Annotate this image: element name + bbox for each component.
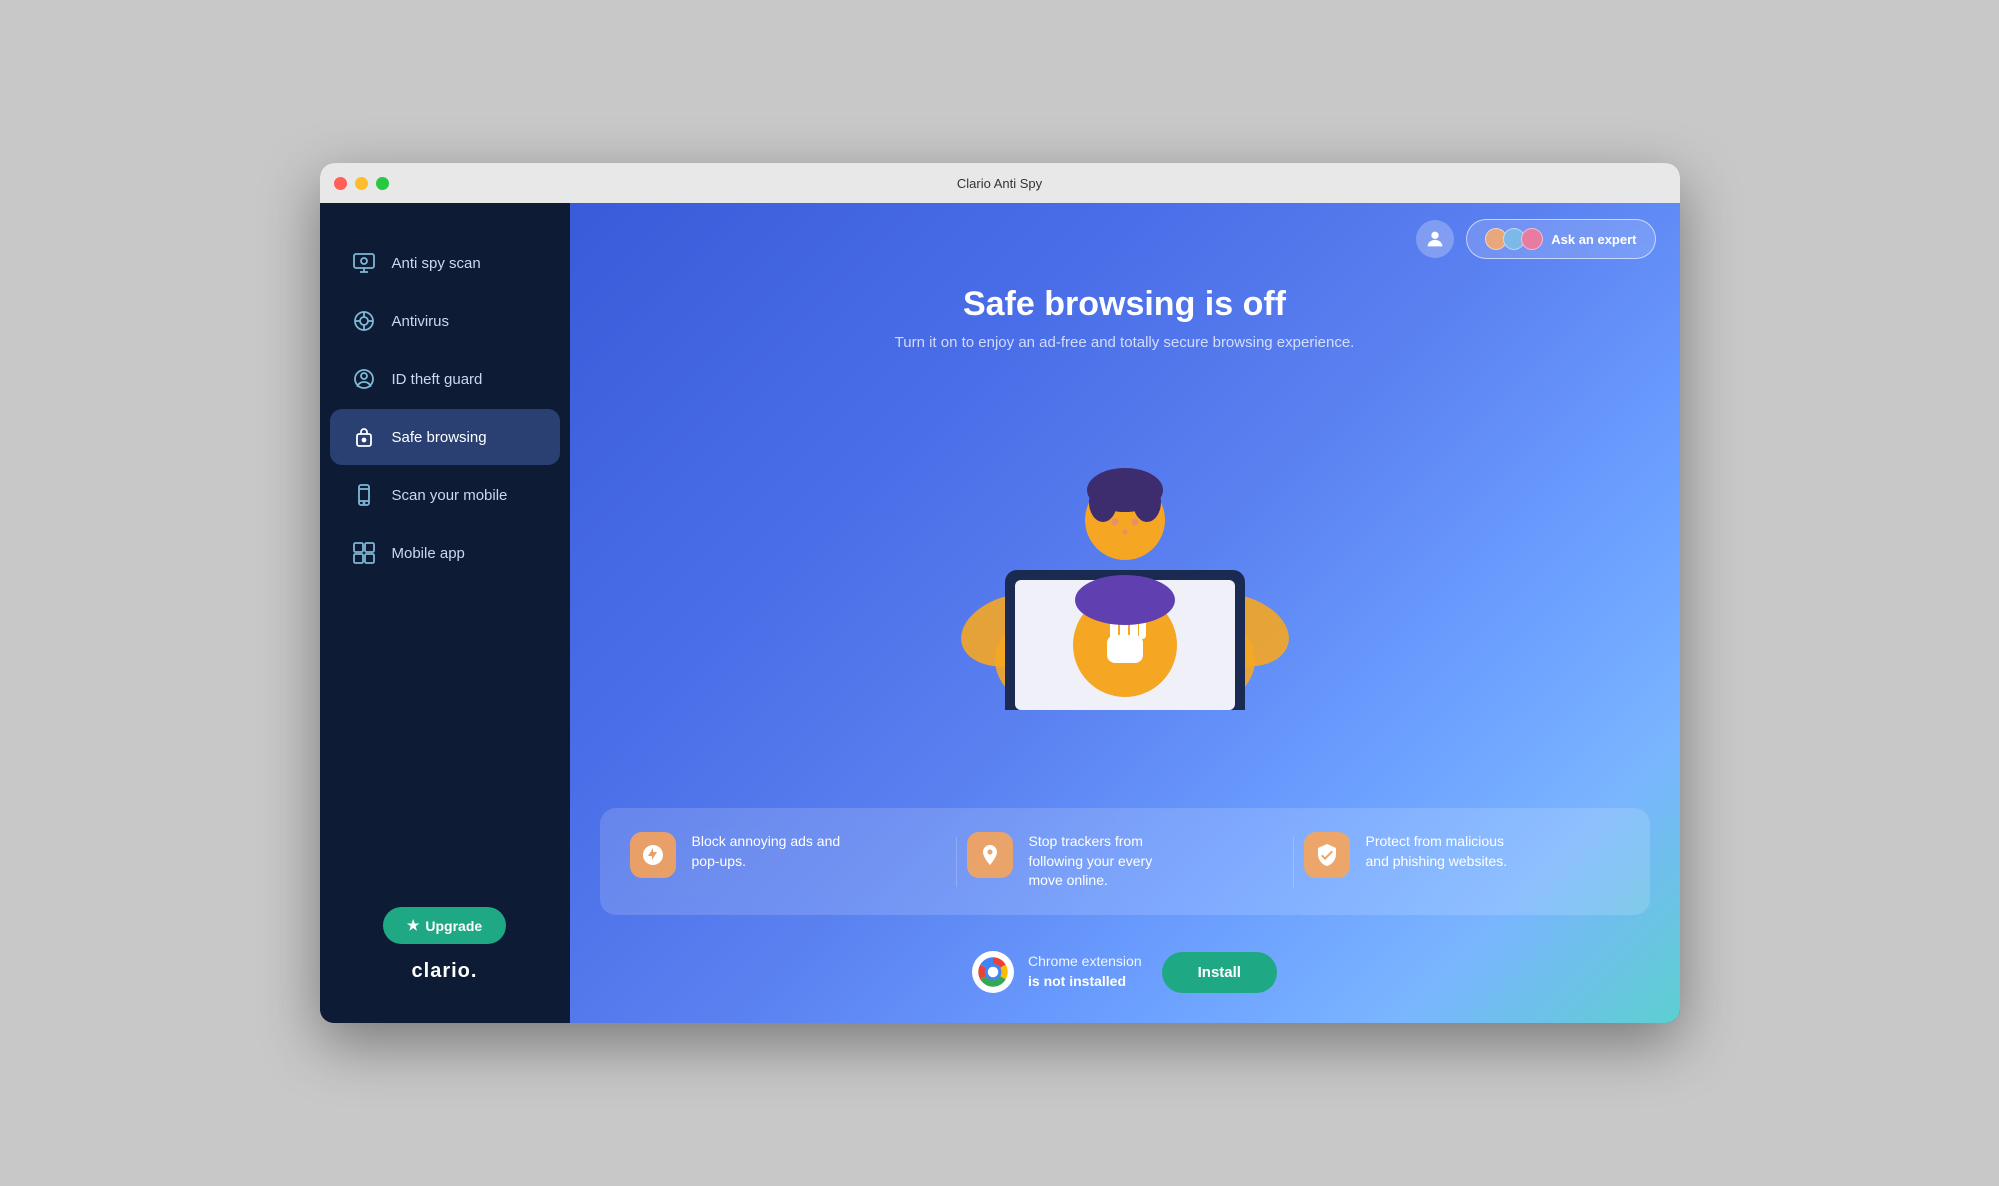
- star-icon: ★: [407, 917, 420, 934]
- maximize-button[interactable]: [376, 177, 389, 190]
- chrome-status-text: Chrome extension is not installed: [1028, 953, 1142, 991]
- hero-title: Safe browsing is off: [590, 285, 1660, 324]
- sidebar-nav: Anti spy scan Antivirus: [320, 223, 570, 887]
- feature-protect-malicious-text: Protect from malicious and phishing webs…: [1366, 832, 1526, 871]
- app-body: Anti spy scan Antivirus: [320, 203, 1680, 1023]
- expert-avatars: [1485, 228, 1543, 250]
- monitor-icon: [350, 249, 378, 277]
- stop-trackers-icon-wrap: [967, 832, 1013, 878]
- feature-stop-trackers: Stop trackers from following your every …: [967, 832, 1283, 891]
- clario-logo: clario.: [412, 960, 478, 983]
- feature-stop-trackers-text: Stop trackers from following your every …: [1029, 832, 1189, 891]
- safe-browsing-icon: [350, 423, 378, 451]
- scan-mobile-icon: [350, 481, 378, 509]
- sidebar-item-safe-browsing[interactable]: Safe browsing: [330, 409, 560, 465]
- main-header: Ask an expert: [570, 203, 1680, 275]
- upgrade-button[interactable]: ★ Upgrade: [383, 907, 506, 944]
- chrome-info: Chrome extension is not installed: [972, 951, 1142, 993]
- sidebar-item-scan-mobile[interactable]: Scan your mobile: [330, 467, 560, 523]
- sidebar-item-mobile-app[interactable]: Mobile app: [330, 525, 560, 581]
- titlebar: Clario Anti Spy: [320, 163, 1680, 203]
- mobile-app-icon: [350, 539, 378, 567]
- sidebar-item-antivirus-label: Antivirus: [392, 313, 450, 330]
- feature-divider-2: [1293, 837, 1294, 887]
- main-content: Ask an expert Safe browsing is off Turn …: [570, 203, 1680, 1023]
- sidebar-item-id-theft-guard-label: ID theft guard: [392, 371, 483, 388]
- chrome-status: Chrome extension is not installed: [1028, 952, 1142, 991]
- protect-malicious-icon-wrap: [1304, 832, 1350, 878]
- feature-block-ads: Block annoying ads and pop-ups.: [630, 832, 946, 878]
- chrome-icon: [972, 951, 1014, 993]
- antivirus-icon: [350, 307, 378, 335]
- features-bar: Block annoying ads and pop-ups. Stop tra…: [600, 808, 1650, 915]
- ask-expert-label: Ask an expert: [1551, 232, 1636, 247]
- sidebar-item-mobile-app-label: Mobile app: [392, 545, 465, 562]
- minimize-button[interactable]: [355, 177, 368, 190]
- chrome-section: Chrome extension is not installed Instal…: [570, 935, 1680, 1023]
- user-avatar[interactable]: [1416, 220, 1454, 258]
- feature-divider-1: [956, 837, 957, 887]
- feature-block-ads-text: Block annoying ads and pop-ups.: [692, 832, 852, 871]
- feature-protect-malicious: Protect from malicious and phishing webs…: [1304, 832, 1620, 878]
- block-ads-icon-wrap: [630, 832, 676, 878]
- id-theft-icon: [350, 365, 378, 393]
- main-illustration: [915, 430, 1335, 710]
- upgrade-label: Upgrade: [425, 918, 482, 934]
- sidebar-item-safe-browsing-label: Safe browsing: [392, 429, 487, 446]
- ask-expert-button[interactable]: Ask an expert: [1466, 219, 1655, 259]
- sidebar-item-scan-mobile-label: Scan your mobile: [392, 487, 508, 504]
- sidebar-item-id-theft-guard[interactable]: ID theft guard: [330, 351, 560, 407]
- window-title: Clario Anti Spy: [957, 176, 1042, 191]
- sidebar-item-antivirus[interactable]: Antivirus: [330, 293, 560, 349]
- app-window: Clario Anti Spy Anti spy scan: [320, 163, 1680, 1023]
- sidebar-item-anti-spy-scan[interactable]: Anti spy scan: [330, 235, 560, 291]
- sidebar: Anti spy scan Antivirus: [320, 203, 570, 1023]
- sidebar-item-anti-spy-scan-label: Anti spy scan: [392, 255, 481, 272]
- close-button[interactable]: [334, 177, 347, 190]
- install-button[interactable]: Install: [1162, 952, 1277, 993]
- traffic-lights: [334, 177, 389, 190]
- illustration-container: [570, 331, 1680, 808]
- expert-avatar-3: [1521, 228, 1543, 250]
- sidebar-bottom: ★ Upgrade clario.: [320, 887, 570, 1003]
